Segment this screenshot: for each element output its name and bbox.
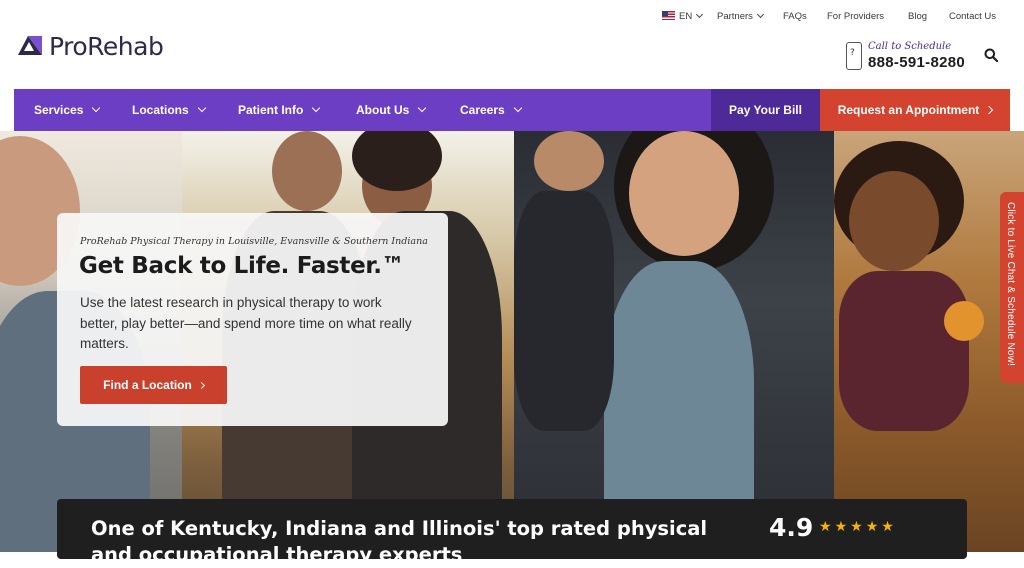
utility-bar: EN Partners FAQs For Providers Blog Cont… [0, 0, 1024, 34]
hero-description: Use the latest research in physical ther… [80, 295, 412, 351]
request-appointment-button[interactable]: Request an Appointment [820, 89, 1010, 131]
nav-item-about-us[interactable]: About Us [356, 89, 427, 131]
us-flag-icon [662, 11, 675, 20]
blog-link[interactable]: Blog [908, 11, 927, 22]
star-icon: ★ [834, 518, 849, 534]
search-icon[interactable] [984, 48, 998, 62]
chevron-down-icon [756, 10, 764, 19]
chevron-down-icon [197, 103, 206, 113]
live-chat-tab[interactable]: Click to Live Chat & Schedule Now! [1000, 192, 1024, 383]
hero-photo-gym [514, 131, 834, 552]
pay-bill-button[interactable]: Pay Your Bill [711, 89, 820, 131]
logo-icon [18, 36, 42, 55]
star-icon: ★ [850, 518, 864, 534]
rating-score: 4.9 [769, 513, 814, 542]
partners-link[interactable]: Partners [717, 10, 764, 22]
main-nav: Services Locations Patient Info About Us… [14, 89, 1010, 131]
star-icon: ★ [819, 518, 833, 534]
chevron-down-icon [696, 10, 704, 19]
phone-icon: ? [846, 42, 862, 70]
hero-title: Get Back to Life. Faster.™ [79, 253, 405, 279]
find-location-button[interactable]: Find a Location [80, 366, 227, 404]
chevron-down-icon [513, 103, 522, 113]
logo[interactable]: ProRehab [15, 30, 164, 62]
nav-item-patient-info[interactable]: Patient Info [238, 89, 321, 131]
ratings-headline: One of Kentucky, Indiana and Illinois' t… [91, 517, 708, 566]
chevron-down-icon [92, 103, 101, 113]
nav-item-locations[interactable]: Locations [132, 89, 206, 131]
nav-item-services[interactable]: Services [34, 89, 101, 131]
nav-item-careers[interactable]: Careers [460, 89, 522, 131]
faqs-link[interactable]: FAQs [783, 11, 807, 22]
for-providers-link[interactable]: For Providers [827, 11, 884, 22]
hero-eyebrow: ProRehab Physical Therapy in Louisville,… [80, 236, 428, 247]
star-icon: ★ [865, 518, 880, 534]
rating-stars: ★ ★ ★ ★ ★ [819, 518, 897, 535]
phone-number: 888-591-8280 [868, 54, 966, 71]
chevron-right-icon [197, 381, 205, 390]
chevron-down-icon [312, 103, 321, 113]
star-icon: ★ [881, 518, 895, 534]
language-selector[interactable]: EN [662, 10, 704, 22]
chevron-right-icon [985, 105, 994, 115]
hero-banner: ProRehab Physical Therapy in Louisville,… [0, 131, 1024, 552]
chevron-down-icon [418, 103, 427, 113]
ratings-bar: One of Kentucky, Indiana and Illinois' t… [57, 499, 967, 566]
logo-text: ProRehab [49, 31, 164, 61]
hero-photo-child [834, 131, 1024, 552]
hero-card: ProRehab Physical Therapy in Louisville,… [57, 213, 448, 426]
contact-link[interactable]: Contact Us [949, 11, 996, 22]
schedule-label: Call to Schedule [868, 41, 952, 52]
